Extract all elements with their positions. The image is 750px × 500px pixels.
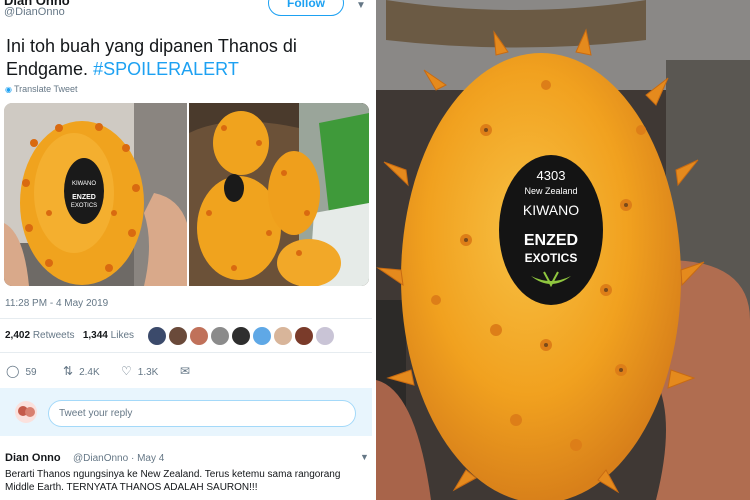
like-count: 1.3K — [137, 367, 159, 378]
sticker-brand-1: ENZED — [524, 232, 578, 249]
retweet-count: 2.4K — [79, 367, 100, 378]
retweets-count[interactable]: 2,402 — [5, 330, 30, 341]
sticker-brand-2: EXOTICS — [525, 251, 578, 265]
reply-action[interactable]: ◯ 59 — [6, 364, 37, 378]
sticker-code: 4303 — [537, 168, 566, 183]
reply-count: 59 — [25, 367, 37, 378]
translate-link[interactable]: ◉ Translate Tweet — [5, 84, 78, 94]
hashtag-link[interactable]: #SPOILERALERT — [93, 59, 239, 79]
svg-text:KIWANO: KIWANO — [72, 181, 96, 187]
translate-label: Translate Tweet — [13, 84, 78, 94]
like-action[interactable]: ♡ 1.3K — [121, 364, 158, 378]
author-handle[interactable]: @DianOnno — [4, 6, 65, 18]
comment-text: Berarti Thanos ngungsinya ke New Zealand… — [5, 469, 341, 493]
tweet-timestamp[interactable]: 11:28 PM - 4 May 2019 — [5, 298, 108, 309]
chevron-down-icon[interactable]: ▼ — [356, 0, 366, 11]
user-avatar[interactable] — [15, 401, 37, 423]
likes-count[interactable]: 1,344 — [83, 330, 108, 341]
comment-meta[interactable]: @DianOnno · May 4 — [73, 453, 164, 464]
engagement-stats: 2,402 Retweets 1,344 Likes — [5, 330, 134, 341]
dm-icon: ✉ — [180, 364, 191, 378]
avatar[interactable] — [253, 327, 271, 345]
retweet-action[interactable]: ⇅ 2.4K — [63, 364, 100, 378]
reply-icon: ◯ — [6, 364, 20, 378]
tweet-image-1[interactable]: KIWANO ENZED EXOTICS — [4, 103, 187, 286]
comment-author-name[interactable]: Dian Onno — [5, 452, 61, 464]
tweet-panel: Dian Onno @DianOnno Follow ▼ Ini toh bua… — [0, 0, 376, 500]
retweet-icon: ⇅ — [63, 364, 74, 378]
avatar[interactable] — [169, 327, 187, 345]
reply-bar: Tweet your reply — [0, 388, 372, 436]
svg-text:ENZED: ENZED — [72, 194, 96, 201]
divider — [0, 352, 372, 353]
like-icon: ♡ — [121, 364, 132, 378]
sticker-product: KIWANO — [523, 202, 579, 218]
svg-text:EXOTICS: EXOTICS — [71, 203, 97, 209]
avatar[interactable] — [211, 327, 229, 345]
avatar[interactable] — [274, 327, 292, 345]
avatar[interactable] — [148, 327, 166, 345]
likes-label[interactable]: Likes — [111, 330, 134, 341]
avatar[interactable] — [232, 327, 250, 345]
tweet-text: Ini toh buah yang dipanen Thanos di Endg… — [6, 35, 366, 81]
reply-input[interactable]: Tweet your reply — [48, 400, 356, 427]
avatar[interactable] — [190, 327, 208, 345]
follow-button[interactable]: Follow — [268, 0, 344, 16]
chevron-down-icon[interactable]: ▼ — [360, 452, 369, 462]
avatar[interactable] — [295, 327, 313, 345]
avatar[interactable] — [316, 327, 334, 345]
globe-icon: ◉ — [5, 85, 12, 94]
kiwano-photo: 4303 New Zealand KIWANO ENZED EXOTICS — [376, 0, 750, 500]
divider — [0, 318, 372, 319]
dm-action[interactable]: ✉ — [180, 364, 196, 378]
retweets-label[interactable]: Retweets — [33, 330, 75, 341]
tweet-image-2[interactable] — [189, 103, 369, 286]
sticker-origin: New Zealand — [524, 186, 577, 196]
liker-avatars — [148, 327, 334, 345]
